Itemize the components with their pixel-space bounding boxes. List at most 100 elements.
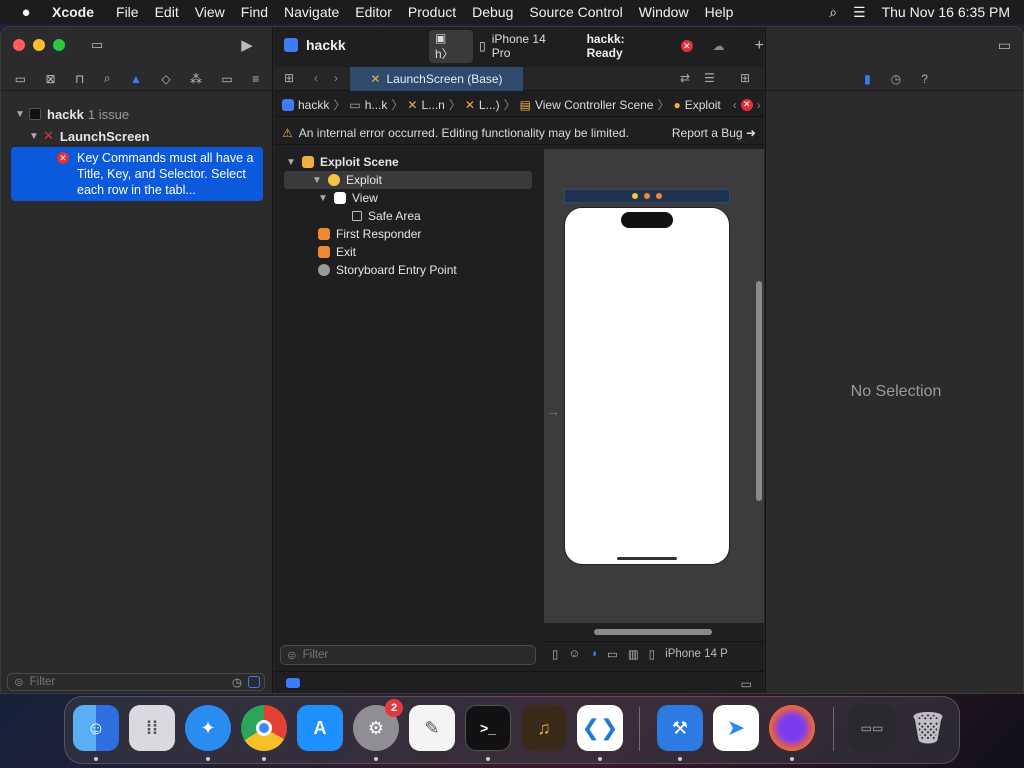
outline-row-controller[interactable]: ▼ Exploit bbox=[284, 171, 532, 189]
issue-filter-toggle-icon[interactable] bbox=[248, 676, 260, 688]
split-editor-icon[interactable]: ⊞ bbox=[740, 71, 750, 85]
outline-toggle-icon[interactable]: ▯ bbox=[552, 647, 558, 661]
sidebar-toggle-icon[interactable]: ▭ bbox=[87, 35, 107, 55]
next-issue-icon[interactable]: › bbox=[757, 98, 761, 112]
grid-icon[interactable]: ⊞ bbox=[284, 71, 294, 85]
appearance-icon[interactable]: ◑ bbox=[590, 648, 597, 660]
outline-row-scene[interactable]: ▼ Exploit Scene bbox=[274, 153, 542, 171]
test-navigator-icon[interactable]: ◇ bbox=[161, 72, 170, 86]
dock-exit-icon[interactable] bbox=[656, 193, 662, 199]
swap-icon[interactable]: ⇄ bbox=[680, 71, 690, 85]
scene-dock[interactable] bbox=[564, 189, 730, 203]
system-settings-icon[interactable]: ⚙ 2 bbox=[353, 699, 403, 751]
jump-controller[interactable]: Exploit bbox=[685, 98, 721, 112]
entry-point-arrow-icon[interactable]: → bbox=[546, 403, 560, 419]
dock-controller-icon[interactable] bbox=[632, 193, 638, 199]
run-destination-label[interactable]: iPhone 14 Pro bbox=[492, 32, 565, 60]
recent-filter-icon[interactable]: ◷ bbox=[232, 675, 242, 689]
menu-edit[interactable]: Edit bbox=[147, 4, 187, 20]
symbol-navigator-icon[interactable]: ⊓ bbox=[75, 72, 84, 86]
menu-debug[interactable]: Debug bbox=[464, 4, 521, 20]
scheme-selector[interactable]: ▣ h〉 ▯ iPhone 14 Pro hackk: Ready ✕ ☁ + bbox=[429, 29, 764, 63]
inspector-toggle-icon[interactable]: ▭ bbox=[998, 37, 1011, 54]
error-icon[interactable]: ✕ bbox=[740, 98, 753, 111]
project-navigator-icon[interactable]: ▭ bbox=[15, 72, 26, 86]
trash-icon[interactable]: 🗑 bbox=[905, 705, 951, 751]
menu-help[interactable]: Help bbox=[697, 4, 742, 20]
minimize-window-button[interactable] bbox=[33, 39, 45, 51]
source-control-navigator-icon[interactable]: ⊠ bbox=[46, 72, 56, 86]
scheme-pill[interactable]: ▣ h〉 bbox=[429, 29, 474, 63]
menu-file[interactable]: File bbox=[108, 4, 147, 20]
error-indicator-icon[interactable]: ✕ bbox=[681, 40, 693, 52]
vscode-icon[interactable]: ❮❯ bbox=[577, 705, 623, 751]
editor-options-icon[interactable]: ☰ bbox=[704, 71, 715, 85]
control-center-icon[interactable]: ☰ bbox=[853, 4, 866, 21]
jump-file[interactable]: L...n bbox=[421, 98, 444, 112]
menu-navigate[interactable]: Navigate bbox=[276, 4, 347, 20]
canvas-vertical-scrollbar[interactable] bbox=[756, 281, 762, 501]
jump-localization[interactable]: L...) bbox=[479, 98, 500, 112]
launchpad-icon[interactable]: ⁞⁞ bbox=[129, 705, 175, 751]
menu-xcode[interactable]: Xcode bbox=[52, 4, 108, 20]
file-inspector-icon[interactable]: ▮ bbox=[864, 72, 871, 86]
menu-bar-clock[interactable]: Thu Nov 16 6:35 PM bbox=[882, 4, 1010, 20]
tree-row-project[interactable]: ▼ hackk 1 issue bbox=[1, 103, 273, 125]
chevron-down-icon[interactable]: ▼ bbox=[284, 157, 298, 168]
layout-icon[interactable]: ▥ bbox=[628, 647, 639, 661]
orientation-icon[interactable]: ▭ bbox=[607, 647, 618, 661]
safari-icon[interactable]: ✦ bbox=[185, 705, 231, 751]
outline-row-entry-point[interactable]: Storyboard Entry Point bbox=[274, 261, 542, 279]
issue-navigator-icon[interactable]: ▲ bbox=[130, 72, 142, 86]
outline-row-view[interactable]: ▼ View bbox=[274, 189, 542, 207]
debug-navigator-icon[interactable]: ⁂ bbox=[190, 72, 202, 86]
jump-scene[interactable]: View Controller Scene bbox=[535, 98, 654, 112]
xcode-icon[interactable]: ⚒ bbox=[657, 705, 703, 751]
canvas-device-label[interactable]: iPhone 14 P bbox=[665, 648, 728, 660]
iphone-canvas-view[interactable] bbox=[564, 207, 730, 565]
storyboard-canvas[interactable]: → bbox=[544, 149, 764, 623]
zoom-window-button[interactable] bbox=[53, 39, 65, 51]
menu-source-control[interactable]: Source Control bbox=[521, 4, 630, 20]
panel-toggle-icon[interactable]: ▭ bbox=[741, 677, 752, 691]
report-navigator-icon[interactable]: ≡ bbox=[252, 72, 259, 86]
menu-find[interactable]: Find bbox=[233, 4, 276, 20]
outline-row-exit[interactable]: Exit bbox=[274, 243, 542, 261]
chevron-down-icon[interactable]: ▼ bbox=[27, 131, 41, 142]
terminal-icon[interactable]: >_ bbox=[465, 705, 511, 751]
forward-arrow-icon[interactable]: › bbox=[334, 71, 338, 85]
history-inspector-icon[interactable]: ◷ bbox=[891, 72, 901, 86]
canvas-horizontal-scrollbar[interactable] bbox=[594, 629, 712, 635]
chevron-down-icon[interactable]: ▼ bbox=[13, 109, 27, 120]
chevron-down-icon[interactable]: ▼ bbox=[316, 193, 330, 204]
cloud-icon[interactable]: ☁ bbox=[713, 39, 725, 53]
run-button[interactable]: ▶ bbox=[237, 35, 257, 55]
find-navigator-icon[interactable]: ⌕ bbox=[104, 71, 111, 86]
apple-menu-icon[interactable]: ● bbox=[0, 4, 52, 21]
menu-editor[interactable]: Editor bbox=[347, 4, 400, 20]
dock-first-responder-icon[interactable] bbox=[644, 193, 650, 199]
finder-icon[interactable]: ☺ bbox=[73, 705, 119, 751]
outline-row-safe-area[interactable]: Safe Area bbox=[274, 207, 542, 225]
tab-launchscreen[interactable]: ✕ LaunchScreen (Base) bbox=[350, 67, 523, 91]
outline-row-first-responder[interactable]: First Responder bbox=[274, 225, 542, 243]
outline-filter-field[interactable]: ⊜ Filter bbox=[280, 645, 536, 665]
telegram-icon[interactable]: ➤ bbox=[713, 705, 759, 751]
garageband-icon[interactable]: ♫ bbox=[521, 705, 567, 751]
firefox-icon[interactable] bbox=[769, 705, 815, 751]
menu-view[interactable]: View bbox=[187, 4, 233, 20]
add-button[interactable]: + bbox=[755, 37, 764, 55]
issue-row-selected[interactable]: ✕ Key Commands must all have a Title, Ke… bbox=[11, 147, 263, 201]
chevron-down-icon[interactable]: ▼ bbox=[310, 175, 324, 186]
app-store-icon[interactable]: A bbox=[297, 705, 343, 751]
accessibility-icon[interactable]: ☺ bbox=[568, 648, 580, 660]
recent-folder-icon[interactable]: ▭▭ bbox=[849, 705, 895, 751]
spotlight-search-icon[interactable]: ⌕ bbox=[829, 4, 837, 21]
help-inspector-icon[interactable]: ? bbox=[921, 72, 928, 86]
chrome-icon[interactable] bbox=[241, 705, 287, 751]
tree-row-file[interactable]: ▼ ✕ LaunchScreen bbox=[1, 125, 273, 147]
breakpoint-navigator-icon[interactable]: ▭ bbox=[221, 72, 232, 86]
textedit-icon[interactable]: ✎ bbox=[409, 705, 455, 751]
jump-folder[interactable]: h...k bbox=[365, 98, 388, 112]
previous-issue-icon[interactable]: ‹ bbox=[733, 98, 737, 112]
